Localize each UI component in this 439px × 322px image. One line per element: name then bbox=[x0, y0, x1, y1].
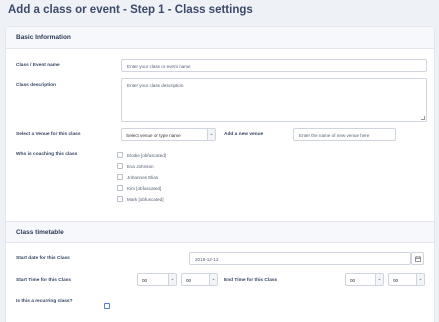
chevron-down-icon: ⌄ bbox=[375, 274, 383, 285]
end-minute-value: 00 bbox=[393, 277, 399, 283]
coach-option[interactable]: Kim [obfuscated] bbox=[117, 184, 161, 192]
description-placeholder: Enter your class description bbox=[127, 83, 184, 88]
venue-label: Select a Venue for this class bbox=[16, 132, 81, 137]
coach-name: Elodie [obfuscated] bbox=[127, 152, 167, 158]
coach-checkbox[interactable] bbox=[117, 196, 123, 202]
coach-name: Eva Johnson bbox=[127, 163, 154, 169]
resize-handle-icon[interactable] bbox=[421, 116, 425, 120]
class-settings-card: Basic Information Class / Event name Ent… bbox=[5, 26, 435, 322]
recurring-label: Is this a recurring class? bbox=[16, 299, 73, 304]
end-minute-select[interactable]: 00 ⌄ bbox=[388, 273, 425, 286]
coach-name: Mark [obfuscated] bbox=[127, 196, 164, 202]
basic-info-header: Basic Information bbox=[6, 27, 434, 49]
description-label: Class description bbox=[16, 83, 56, 88]
venue-select-value: Select venue or type name bbox=[126, 132, 181, 138]
chevron-down-icon: ⌄ bbox=[416, 274, 424, 285]
new-venue-label: Add a new venue bbox=[224, 132, 264, 137]
start-date-input[interactable]: 2019-12-12 bbox=[189, 252, 411, 265]
coaching-label: Who is coaching this class bbox=[16, 152, 78, 157]
start-date-label: Start date for this Class bbox=[16, 256, 70, 261]
coach-option[interactable]: Elodie [obfuscated] bbox=[117, 151, 166, 159]
chevron-down-icon: ⌄ bbox=[207, 129, 215, 140]
venue-select[interactable]: Select venue or type name ⌄ bbox=[121, 128, 216, 141]
page-title: Add a class or event - Step 1 - Class se… bbox=[8, 4, 253, 16]
coach-checkbox[interactable] bbox=[117, 185, 123, 191]
coach-checkbox[interactable] bbox=[117, 174, 123, 180]
chevron-down-icon: ⌄ bbox=[209, 274, 217, 285]
start-minute-select[interactable]: 00 ⌄ bbox=[181, 273, 218, 286]
end-hour-value: 00 bbox=[350, 277, 356, 283]
coach-checkbox[interactable] bbox=[117, 163, 123, 169]
coach-option[interactable]: Johannes Elias bbox=[117, 173, 158, 181]
description-textarea[interactable]: Enter your class description bbox=[121, 78, 427, 122]
timetable-heading: Class timetable bbox=[16, 229, 64, 236]
timetable-header: Class timetable bbox=[6, 221, 434, 243]
coach-option[interactable]: Mark [obfuscated] bbox=[117, 195, 164, 203]
start-hour-value: 00 bbox=[142, 277, 148, 283]
new-venue-input[interactable]: Enter the name of new venue here bbox=[293, 128, 396, 141]
start-minute-value: 00 bbox=[186, 277, 192, 283]
coach-checkbox[interactable] bbox=[117, 152, 123, 158]
start-hour-select[interactable]: 00 ⌄ bbox=[137, 273, 177, 286]
coach-option[interactable]: Eva Johnson bbox=[117, 162, 154, 170]
coach-name: Kim [obfuscated] bbox=[127, 185, 162, 191]
basic-info-heading: Basic Information bbox=[16, 34, 71, 41]
end-hour-select[interactable]: 00 ⌄ bbox=[345, 273, 384, 286]
start-time-label: Start Time for this Class bbox=[16, 278, 72, 283]
chevron-down-icon: ⌄ bbox=[168, 274, 176, 285]
calendar-icon bbox=[415, 256, 421, 262]
calendar-button[interactable] bbox=[411, 252, 424, 265]
coach-name: Johannes Elias bbox=[127, 174, 159, 180]
class-name-label: Class / Event name bbox=[16, 63, 60, 68]
end-time-label: End Time for this Class bbox=[224, 278, 278, 283]
class-name-input[interactable]: Enter your class or event name bbox=[121, 59, 427, 72]
recurring-checkbox[interactable] bbox=[104, 303, 110, 309]
